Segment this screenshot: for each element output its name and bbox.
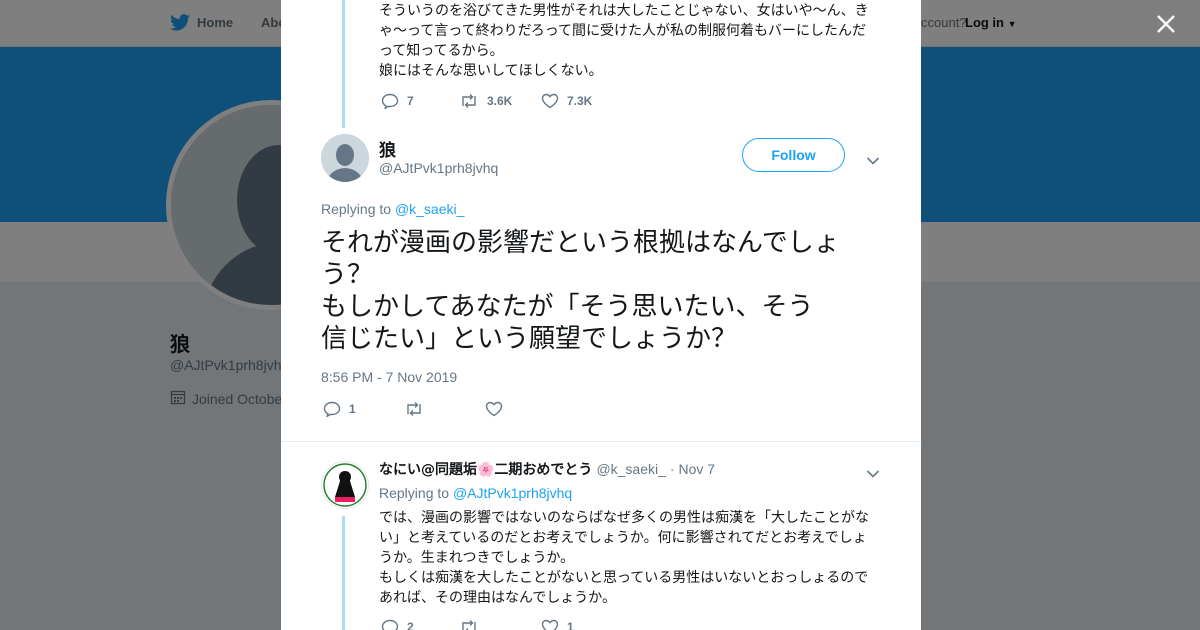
like-button[interactable]: 1 bbox=[541, 619, 574, 630]
replying-to: Replying to @k_saeki_ bbox=[321, 201, 464, 217]
reply-icon bbox=[323, 401, 341, 417]
chevron-down-icon[interactable] bbox=[866, 151, 880, 170]
tweet-text: それが漫画の影響だという根拠はなんでしょ う？ もしかしてあなたが「そう思いたい… bbox=[321, 228, 840, 354]
reply-author-avatar[interactable] bbox=[321, 461, 369, 509]
reply-tweet-actions: 2 1 bbox=[381, 619, 574, 630]
author-handle[interactable]: @AJtPvk1prh8jvhq bbox=[379, 160, 498, 176]
like-icon bbox=[541, 93, 559, 109]
retweet-icon bbox=[459, 93, 479, 109]
retweet-button[interactable] bbox=[459, 619, 541, 630]
reply-button[interactable]: 1 bbox=[323, 401, 404, 417]
follow-button[interactable]: Follow bbox=[742, 138, 845, 172]
author-avatar[interactable] bbox=[321, 134, 369, 182]
retweet-icon bbox=[404, 401, 424, 417]
like-count: 7.3K bbox=[567, 94, 593, 108]
retweet-button[interactable]: 3.6K bbox=[459, 93, 541, 109]
reply-count: 7 bbox=[407, 94, 414, 108]
thread-line bbox=[342, 0, 345, 128]
replying-to-prefix: Replying to bbox=[379, 485, 450, 501]
reply-icon bbox=[381, 619, 399, 630]
reply-icon bbox=[381, 93, 399, 109]
like-icon bbox=[541, 619, 559, 630]
reply-count: 1 bbox=[349, 402, 356, 416]
close-icon[interactable] bbox=[1155, 13, 1177, 35]
reply-replying-to: Replying to @AJtPvk1prh8jvhq bbox=[379, 485, 572, 501]
thread-line bbox=[342, 516, 345, 630]
main-tweet-actions: 1 bbox=[323, 401, 511, 417]
reply-button[interactable]: 2 bbox=[381, 619, 459, 630]
tweet-modal: そういうのを浴びてきた男性がそれは大したことじゃない、女はいや～ん、き ゃ～って… bbox=[281, 0, 921, 630]
divider bbox=[281, 441, 921, 442]
author-name[interactable]: 狼 bbox=[379, 136, 396, 161]
replying-to-link[interactable]: @AJtPvk1prh8jvhq bbox=[453, 485, 572, 501]
reply-button[interactable]: 7 bbox=[381, 93, 459, 109]
retweet-icon bbox=[459, 619, 479, 630]
like-button[interactable]: 7.3K bbox=[541, 93, 592, 109]
replying-to-link[interactable]: @k_saeki_ bbox=[395, 201, 464, 217]
context-tweet-text: そういうのを浴びてきた男性がそれは大したことじゃない、女はいや～ん、き ゃ～って… bbox=[379, 3, 869, 79]
retweet-count: 3.6K bbox=[487, 94, 513, 108]
like-count: 1 bbox=[567, 620, 574, 630]
context-tweet-actions: 7 3.6K 7.3K bbox=[381, 93, 592, 109]
reply-header: なにい@同題垢🌸二期おめでとう @k_saeki_ · Nov 7 bbox=[379, 459, 715, 479]
reply-count: 2 bbox=[407, 620, 414, 630]
reply-date[interactable]: · Nov 7 bbox=[670, 461, 715, 477]
replying-to-prefix: Replying to bbox=[321, 201, 392, 217]
chevron-down-icon[interactable] bbox=[866, 464, 880, 483]
reply-author-handle[interactable]: @k_saeki_ bbox=[596, 461, 665, 477]
reply-tweet-text: では、漫画の影響ではないのならばなぜ多くの男性は痴漢を「大したことがな い」と考… bbox=[379, 510, 869, 606]
like-icon bbox=[485, 401, 503, 417]
retweet-button[interactable] bbox=[404, 401, 485, 417]
tweet-timestamp[interactable]: 8:56 PM - 7 Nov 2019 bbox=[321, 369, 457, 385]
default-avatar-icon bbox=[321, 134, 369, 182]
like-button[interactable] bbox=[485, 401, 511, 417]
reply-author-name[interactable]: なにい@同題垢🌸二期おめでとう bbox=[379, 459, 592, 479]
